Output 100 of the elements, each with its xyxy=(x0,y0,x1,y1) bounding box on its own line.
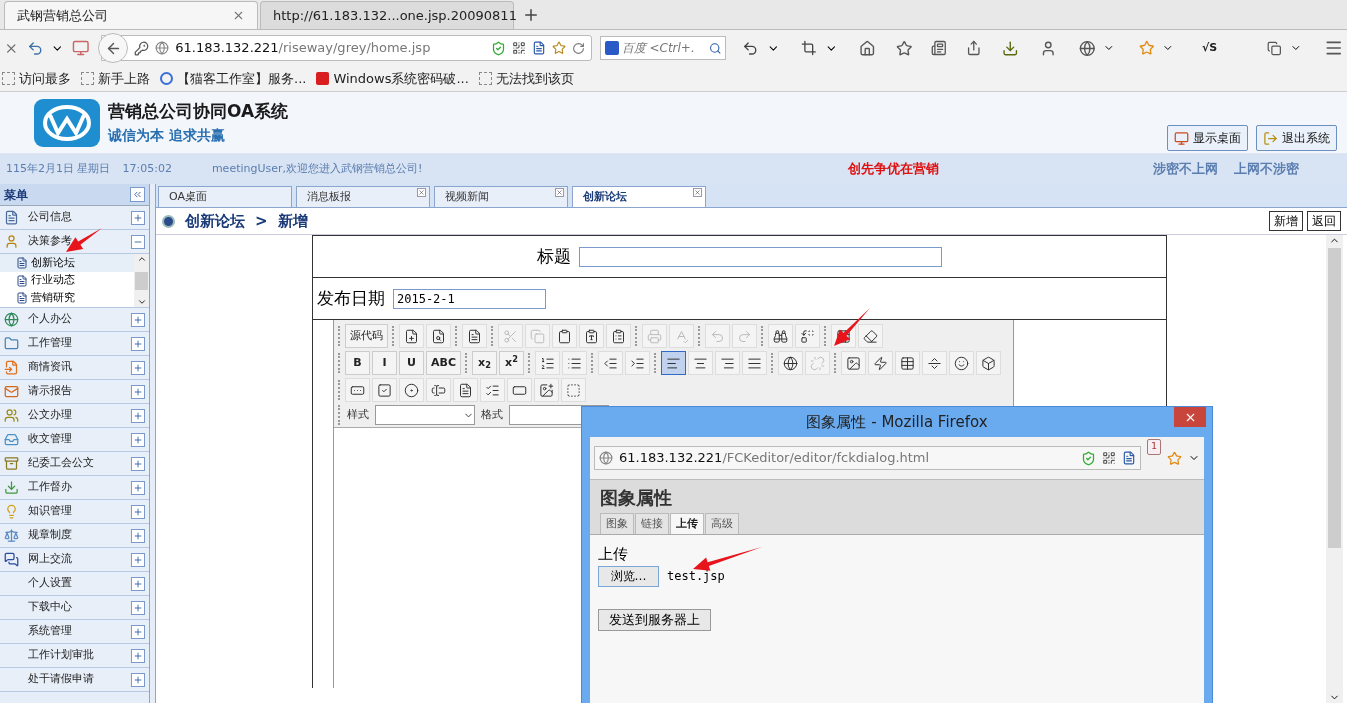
bookmark-icon xyxy=(81,72,94,85)
plus-icon xyxy=(133,554,143,565)
download-icon[interactable] xyxy=(1001,39,1019,57)
undo-icon[interactable] xyxy=(742,39,759,57)
toolbar-button[interactable]: U xyxy=(399,351,424,375)
bookmark-item[interactable]: Windows系统密码破... xyxy=(316,68,469,89)
shield-icon[interactable] xyxy=(1081,450,1097,466)
dialog-tab[interactable]: 上传 xyxy=(670,513,704,534)
scrollbar[interactable] xyxy=(1326,235,1343,703)
page-tab[interactable]: OA桌面 xyxy=(158,186,292,207)
qr-code-icon[interactable] xyxy=(1102,451,1117,465)
dialog-tab[interactable]: 高级 xyxy=(705,513,739,534)
toolbar-button[interactable]: I xyxy=(372,351,397,375)
toolbar-button[interactable]: x$^{2}$ xyxy=(499,351,524,375)
document-icon[interactable] xyxy=(1122,451,1137,465)
notification-badge[interactable]: 1 xyxy=(1147,439,1161,455)
shield-icon[interactable] xyxy=(491,40,507,56)
browser-tab[interactable]: 武钢营销总公司 xyxy=(4,1,258,29)
close-icon[interactable] xyxy=(232,9,245,22)
share-icon[interactable] xyxy=(966,40,982,56)
expand-icon[interactable] xyxy=(131,456,145,471)
reading-list-icon[interactable] xyxy=(930,40,947,56)
globe-icon[interactable] xyxy=(1078,39,1096,57)
expand-icon[interactable] xyxy=(131,432,145,447)
send-button[interactable]: 发送到服务器上 xyxy=(598,608,711,631)
close-button[interactable] xyxy=(1174,407,1206,427)
reload-icon[interactable] xyxy=(572,41,586,55)
search-input[interactable]: 百度 <Ctrl+. xyxy=(621,39,706,57)
expand-icon[interactable] xyxy=(131,552,145,567)
home-icon[interactable] xyxy=(859,39,876,57)
search-icon[interactable] xyxy=(708,41,722,55)
star-icon[interactable] xyxy=(552,41,567,55)
history-icon[interactable] xyxy=(26,39,44,57)
expand-icon[interactable] xyxy=(131,528,145,543)
bookmark-item[interactable]: 新手上路 xyxy=(81,68,150,89)
extension-label[interactable]: √S xyxy=(1202,39,1218,57)
collapse-button[interactable] xyxy=(130,187,145,202)
title-field[interactable] xyxy=(579,246,942,267)
header-button[interactable]: 退出系统 xyxy=(1256,125,1337,151)
expand-icon[interactable] xyxy=(131,312,145,327)
toolbar-button[interactable]: x$_{2}$ xyxy=(472,351,497,375)
page-tab[interactable]: 视频新闻 xyxy=(434,186,568,207)
date-field[interactable]: 2015-2-1 xyxy=(393,288,546,309)
scroll-down-icon[interactable] xyxy=(136,297,147,307)
expand-icon[interactable] xyxy=(131,408,145,423)
search-box[interactable]: 百度 <Ctrl+. xyxy=(600,36,727,60)
dialog-tab[interactable]: 链接 xyxy=(635,513,669,534)
page-button[interactable]: 新增 xyxy=(1269,211,1303,231)
address-bar[interactable]: 61.183.132.221/riseway/grey/home.jsp xyxy=(101,35,593,61)
bookmark-item[interactable]: 【猫客工作室】服务... xyxy=(160,68,307,89)
expand-icon[interactable] xyxy=(131,384,145,399)
expand-icon[interactable] xyxy=(131,624,145,639)
expand-icon[interactable] xyxy=(131,336,145,351)
expand-icon[interactable] xyxy=(131,504,145,519)
close-icon[interactable] xyxy=(417,188,426,197)
browser-tab[interactable]: http://61.183.132...one.jsp.20090811 xyxy=(260,1,514,29)
close-icon[interactable] xyxy=(555,188,564,197)
bookmark-item[interactable]: 无法找到该页 xyxy=(478,68,574,89)
submenu-item[interactable]: 创新论坛 xyxy=(0,254,134,272)
bullet-icon xyxy=(162,214,175,228)
header-button[interactable]: 显示桌面 xyxy=(1167,125,1248,151)
scroll-thumb[interactable] xyxy=(1328,248,1341,548)
submenu-item[interactable]: 营销研究 xyxy=(0,289,134,307)
page-tab[interactable]: 创新论坛 xyxy=(572,186,706,207)
expand-icon[interactable] xyxy=(131,480,145,495)
expand-icon[interactable] xyxy=(131,648,145,663)
page-button[interactable]: 返回 xyxy=(1307,211,1341,231)
special-character-icon xyxy=(981,355,996,371)
collapse-icon[interactable] xyxy=(131,234,145,249)
bookmark-item[interactable]: 访问最多 xyxy=(2,68,71,89)
expand-icon[interactable] xyxy=(131,210,145,225)
bookmark-icon xyxy=(478,72,492,85)
expand-icon[interactable] xyxy=(131,672,145,687)
scroll-up-icon[interactable] xyxy=(136,254,147,264)
crop-icon[interactable] xyxy=(801,40,817,56)
new-tab-icon[interactable] xyxy=(522,6,540,24)
breadcrumb-text[interactable]: 创新论坛 xyxy=(185,209,245,233)
back-button[interactable] xyxy=(98,33,129,63)
expand-icon[interactable] xyxy=(131,576,145,591)
scrollbar[interactable] xyxy=(134,254,149,307)
browse-button[interactable]: 浏览… xyxy=(598,565,659,587)
address-bar[interactable]: 61.183.132.221/FCKeditor/editor/fckdialog.html xyxy=(594,446,1142,470)
toolbar-button[interactable]: B xyxy=(345,351,370,375)
dialog-heading: 图象属性 xyxy=(600,486,673,510)
double-chevron-icon xyxy=(132,189,143,200)
dialog-tab[interactable]: 图象 xyxy=(600,513,634,534)
plus-icon xyxy=(133,212,143,223)
toolbar-button[interactable]: ABC xyxy=(426,351,461,375)
document-icon[interactable] xyxy=(532,41,547,55)
user-icon[interactable] xyxy=(1040,39,1057,57)
pages-icon[interactable] xyxy=(1267,40,1282,56)
toolbar-button[interactable]: 源代码 xyxy=(345,324,388,348)
qr-code-icon[interactable] xyxy=(512,41,527,55)
expand-icon[interactable] xyxy=(131,600,145,615)
submenu-item[interactable]: 行业动态 xyxy=(0,271,134,290)
page-tab[interactable]: 消息板报 xyxy=(296,186,430,207)
expand-icon[interactable] xyxy=(131,360,145,375)
close-icon[interactable] xyxy=(693,188,702,197)
scroll-thumb[interactable] xyxy=(135,271,148,290)
bookmark-icon[interactable] xyxy=(896,39,913,57)
